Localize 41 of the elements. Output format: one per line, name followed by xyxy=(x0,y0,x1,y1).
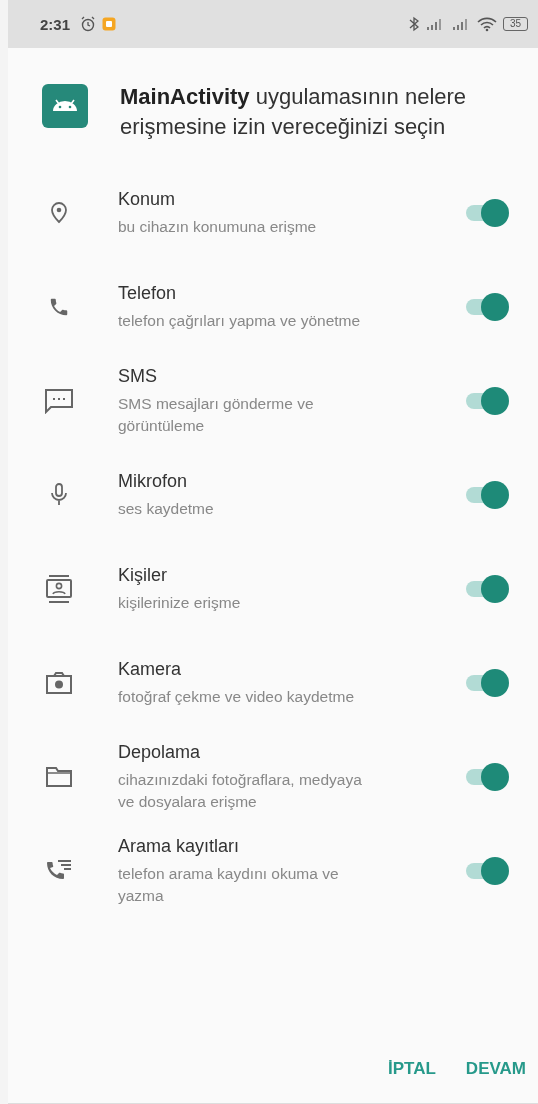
permission-title: Kişiler xyxy=(118,564,168,586)
permission-description: cihazınızdaki fotoğraflara, medyaya ve dosyalara erişme xyxy=(118,769,363,812)
folder-icon xyxy=(45,766,73,788)
permission-description: kişilerinize erişme xyxy=(118,592,242,613)
toggle-switch[interactable] xyxy=(464,857,510,885)
toggle-switch[interactable] xyxy=(464,575,510,603)
permission-description: telefon çağrıları yapma ve yönetme xyxy=(118,310,362,331)
location-pin-icon xyxy=(51,202,67,224)
permission-description: ses kaydetme xyxy=(118,498,215,519)
permission-description: telefon arama kaydını okuma ve yazma xyxy=(118,863,340,906)
permission-title: SMS xyxy=(118,365,158,387)
toggle-switch[interactable] xyxy=(464,669,510,697)
permission-description: fotoğraf çekme ve video kaydetme xyxy=(118,686,356,707)
permission-title: Konum xyxy=(118,188,177,210)
toggle-switch[interactable] xyxy=(464,763,510,791)
toggle-switch[interactable] xyxy=(464,293,510,321)
clock: 2:31 xyxy=(40,15,71,33)
contacts-icon xyxy=(45,574,73,604)
permission-title: Mikrofon xyxy=(118,470,189,492)
alarm-icon xyxy=(80,16,97,32)
dialog-button[interactable]: İPTAL xyxy=(380,1051,444,1087)
android-app-icon xyxy=(42,84,88,128)
toggle-switch[interactable] xyxy=(464,199,510,227)
permission-description: bu cihazın konumuna erişme xyxy=(118,216,318,237)
permission-title: Kamera xyxy=(118,658,183,680)
message-icon xyxy=(44,388,74,414)
permission-title: Telefon xyxy=(118,282,178,304)
dialog-button[interactable]: DEVAM xyxy=(457,1051,534,1087)
wifi-icon xyxy=(476,16,497,32)
bluetooth-icon xyxy=(408,16,419,32)
permission-description: SMS mesajları gönderme ve görüntüleme xyxy=(118,393,315,436)
permission-title: Depolama xyxy=(118,741,202,763)
permission-title: Arama kayıtları xyxy=(118,835,241,857)
microphone-icon xyxy=(49,482,69,508)
notification-icon xyxy=(102,17,117,31)
toggle-switch[interactable] xyxy=(464,481,510,509)
battery-indicator: 35 xyxy=(502,17,528,31)
phone-icon xyxy=(48,296,70,318)
dialog-title: MainActivity uygulamasının nelere erişmesine izin vereceğinizi seçin xyxy=(120,83,468,141)
camera-icon xyxy=(45,671,73,695)
toggle-switch[interactable] xyxy=(464,387,510,415)
